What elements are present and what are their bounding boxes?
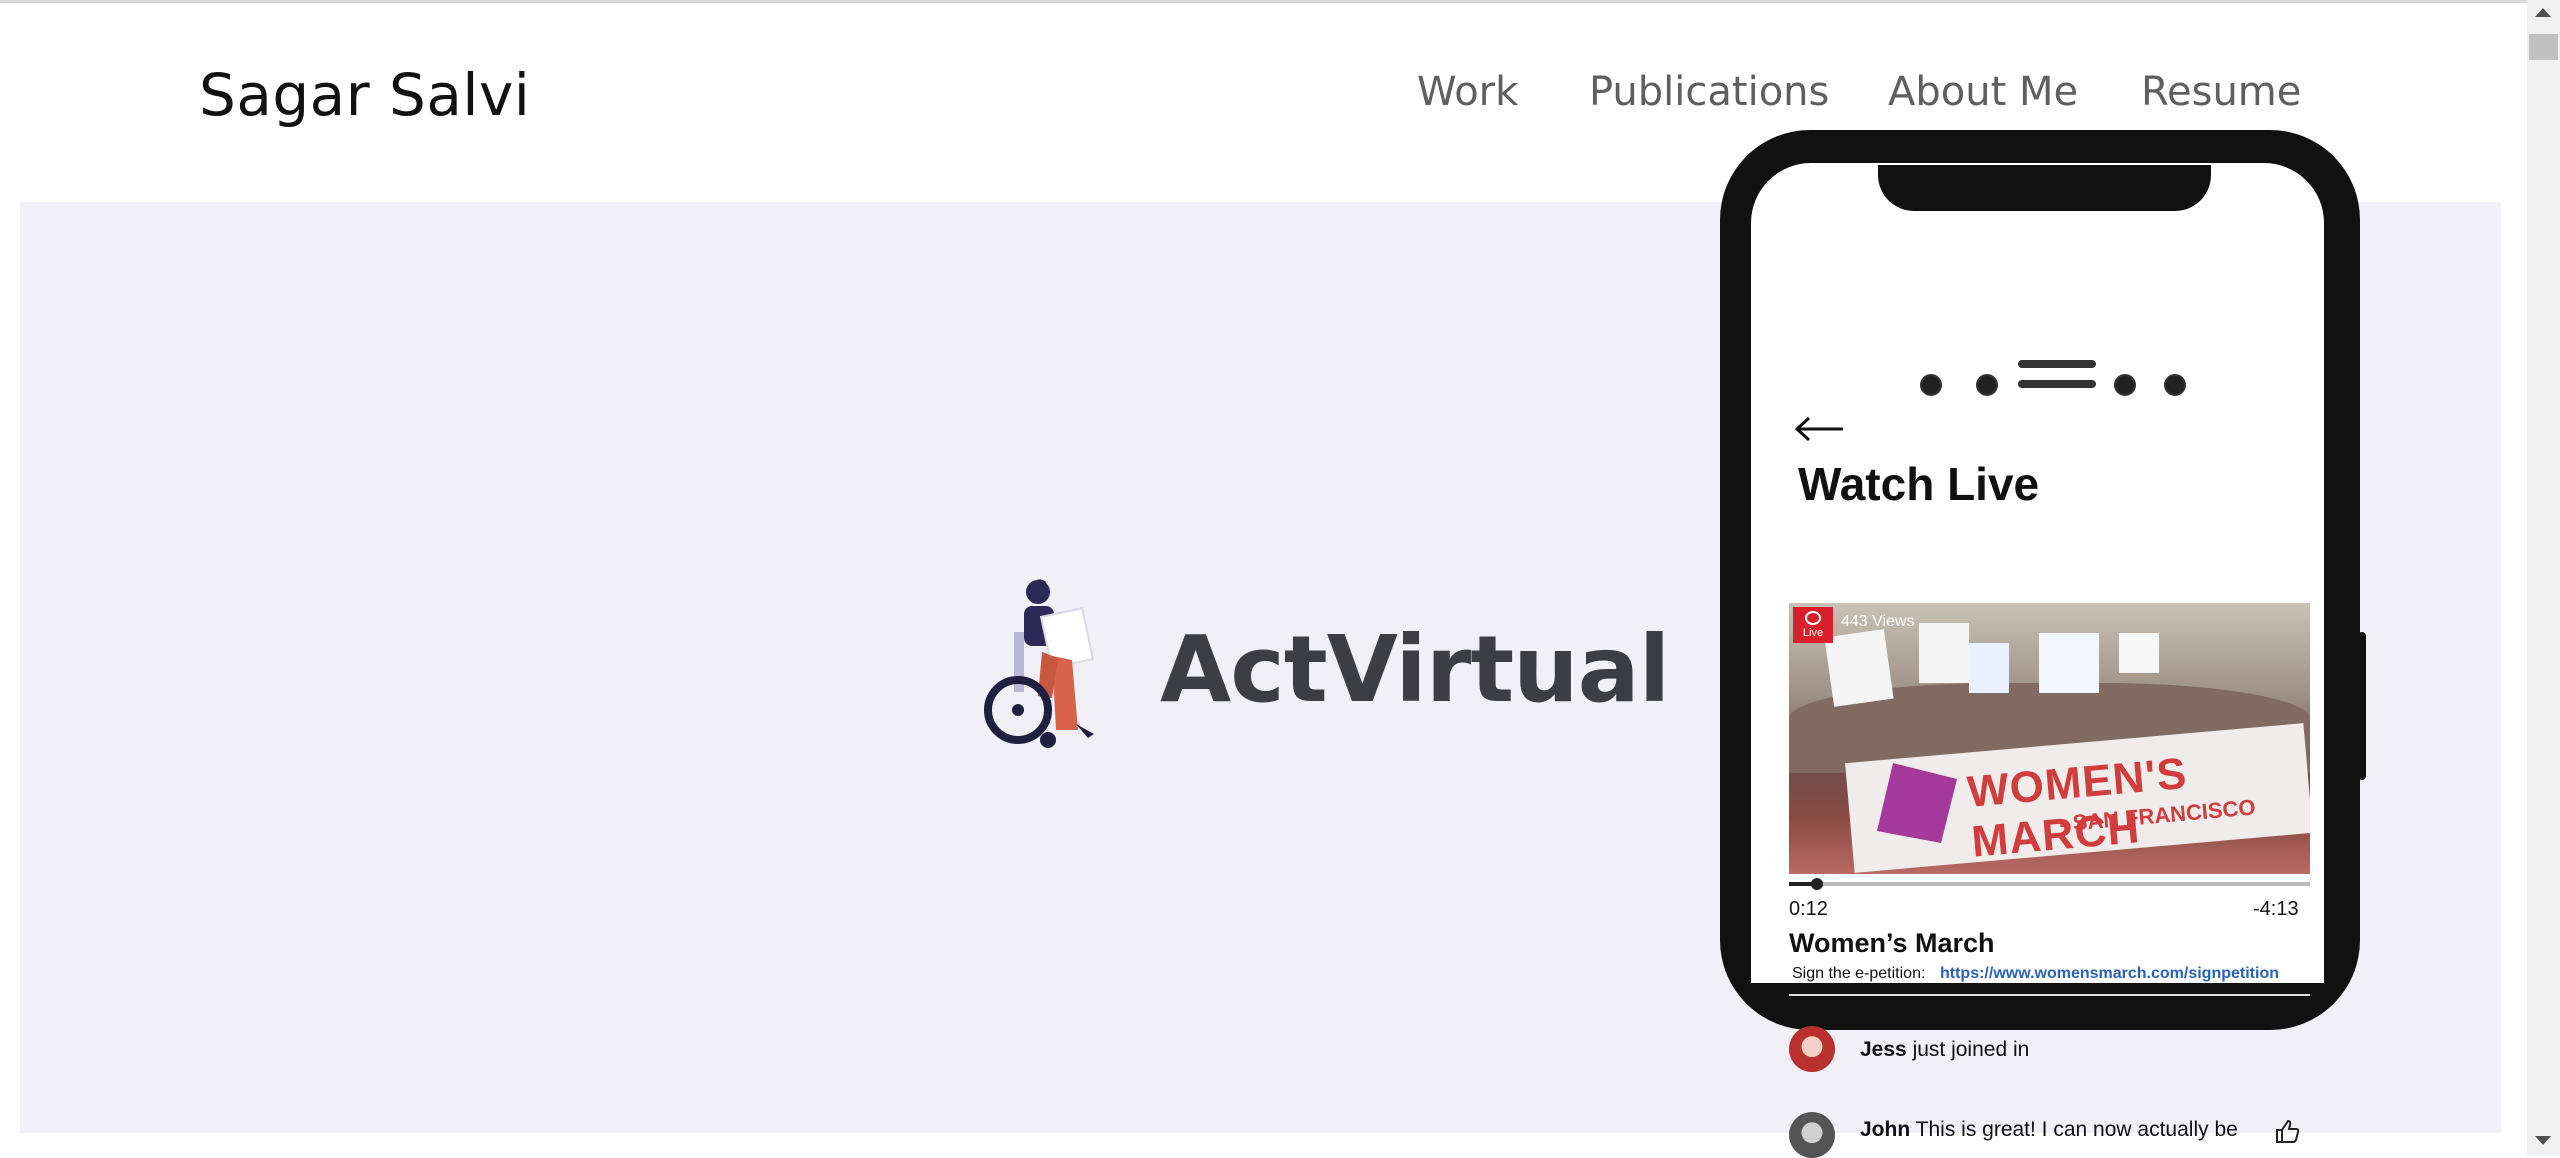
live-badge: Live	[1793, 607, 1833, 643]
video-protest-sign	[1919, 623, 1969, 683]
notch-speaker	[2018, 360, 2096, 368]
event-title: Women’s March	[1789, 928, 1995, 958]
phone-volume-up	[1735, 598, 1743, 690]
like-icon[interactable]	[2273, 1118, 2301, 1146]
nav-resume-link[interactable]: Resume	[2141, 69, 2301, 115]
comment-text: just joined in	[1912, 1038, 2030, 1061]
remaining-time: -4:13	[2253, 898, 2299, 920]
elapsed-time: 0:12	[1789, 898, 1828, 920]
nav-about-link[interactable]: About Me	[1888, 69, 2078, 115]
petition-link[interactable]: https://www.womensmarch.com/signpetition	[1940, 965, 2279, 983]
site-brand[interactable]: Sagar Salvi	[199, 61, 530, 129]
notch-camera	[1976, 374, 1998, 396]
live-broadcast-icon	[1805, 611, 1821, 625]
video-progress-knob[interactable]	[1811, 878, 1823, 890]
avatar	[1789, 1026, 1835, 1072]
scroll-down-arrow-icon[interactable]	[2535, 1136, 2551, 1145]
petition-label: Sign the e-petition:	[1792, 965, 1926, 982]
view-count: 443 Views	[1841, 613, 1915, 630]
actvirtual-logo-text: ActVirtual	[1160, 616, 1670, 723]
watch-live-title: Watch Live	[1798, 458, 2040, 510]
person-in-wheelchair-icon	[984, 579, 1095, 748]
phone-notch	[1878, 165, 2211, 211]
live-badge-label: Live	[1802, 627, 1824, 639]
page-scrollbar[interactable]	[2527, 0, 2560, 1156]
comment-user: Jess	[1860, 1038, 1907, 1061]
back-arrow-icon[interactable]	[1795, 416, 1845, 442]
video-progress-track[interactable]	[1789, 882, 2310, 886]
video-protest-sign	[1969, 643, 2009, 693]
comment-text: This is great! I can now actually be	[1915, 1118, 2238, 1141]
notch-speaker-lower	[2018, 380, 2096, 388]
scrollbar-thumb[interactable]	[2529, 34, 2558, 60]
video-protest-sign	[2119, 633, 2159, 673]
comment-user: John	[1860, 1118, 1911, 1141]
notch-sensor-right	[2114, 374, 2136, 396]
comment-divider	[1789, 994, 2310, 996]
phone-volume-down	[1735, 718, 1743, 810]
comment-jess: Jess just joined in	[1860, 1038, 2029, 1062]
phone-power-button	[2358, 632, 2366, 780]
notch-camera-right	[2164, 374, 2186, 396]
nav-publications-link[interactable]: Publications	[1589, 69, 1829, 115]
nav-work-link[interactable]: Work	[1417, 69, 1518, 115]
avatar	[1789, 1112, 1835, 1158]
live-video-player[interactable]: WOMEN'S MARCH - SAN FRANCISCO Live 443 V…	[1789, 603, 2310, 874]
video-protest-sign	[2039, 633, 2099, 693]
video-protest-sign	[1824, 629, 1894, 707]
notch-sensor	[1920, 374, 1942, 396]
phone-side-button	[1735, 504, 1743, 556]
comment-john: John This is great! I can now actually b…	[1860, 1118, 2238, 1142]
scroll-up-arrow-icon[interactable]	[2535, 8, 2551, 17]
